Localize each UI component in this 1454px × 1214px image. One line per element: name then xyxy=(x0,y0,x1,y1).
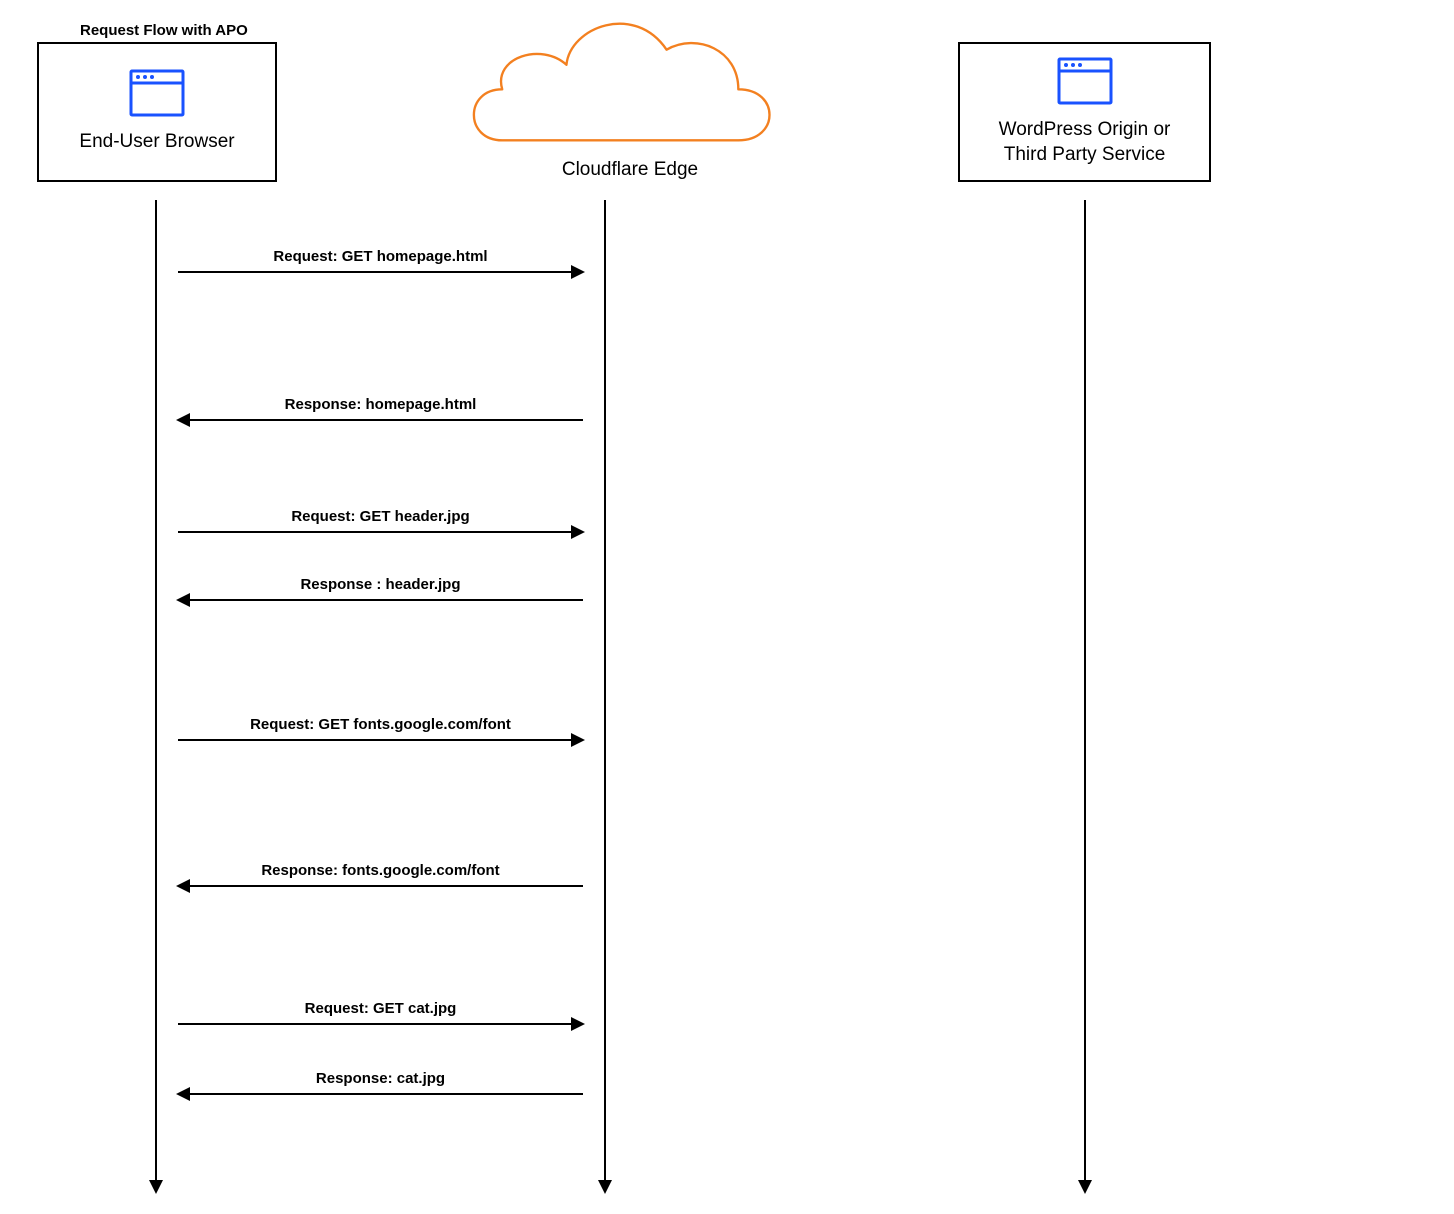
sequence-message: Request: GET cat.jpg xyxy=(178,1000,583,1025)
arrow-left-icon xyxy=(178,419,583,421)
lifeline-arrowhead xyxy=(598,1180,612,1194)
arrow-left-icon xyxy=(178,885,583,887)
actor-wordpress-origin: WordPress Origin or Third Party Service xyxy=(958,42,1211,182)
lifeline-end-user xyxy=(155,200,157,1188)
browser-icon xyxy=(129,69,185,122)
message-label: Response: homepage.html xyxy=(178,396,583,413)
message-label: Request: GET header.jpg xyxy=(178,508,583,525)
arrow-left-icon xyxy=(178,1093,583,1095)
lifeline-origin xyxy=(1084,200,1086,1188)
lifeline-arrowhead xyxy=(1078,1180,1092,1194)
actor-cloudflare-edge: Cloudflare Edge xyxy=(530,159,730,181)
actor-end-user-browser: End-User Browser xyxy=(37,42,277,182)
arrowhead-icon xyxy=(176,1087,190,1101)
lifeline-arrowhead xyxy=(149,1180,163,1194)
sequence-message: Response: cat.jpg xyxy=(178,1070,583,1095)
sequence-message: Response : header.jpg xyxy=(178,576,583,601)
arrowhead-icon xyxy=(176,593,190,607)
arrowhead-icon xyxy=(176,413,190,427)
arrow-right-icon xyxy=(178,271,583,273)
message-label: Request: GET cat.jpg xyxy=(178,1000,583,1017)
arrowhead-icon xyxy=(176,879,190,893)
message-label: Response: cat.jpg xyxy=(178,1070,583,1087)
sequence-message: Request: GET header.jpg xyxy=(178,508,583,533)
arrowhead-icon xyxy=(571,265,585,279)
arrowhead-icon xyxy=(571,1017,585,1031)
arrow-right-icon xyxy=(178,1023,583,1025)
arrow-left-icon xyxy=(178,599,583,601)
message-label: Response : header.jpg xyxy=(178,576,583,593)
message-label: Response: fonts.google.com/font xyxy=(178,862,583,879)
arrowhead-icon xyxy=(571,525,585,539)
message-label: Request: GET homepage.html xyxy=(178,248,583,265)
arrow-right-icon xyxy=(178,531,583,533)
message-label: Request: GET fonts.google.com/font xyxy=(178,716,583,733)
sequence-message: Response: homepage.html xyxy=(178,396,583,421)
sequence-message: Request: GET fonts.google.com/font xyxy=(178,716,583,741)
browser-icon xyxy=(1057,57,1113,110)
lifeline-cloudflare xyxy=(604,200,606,1188)
sequence-message: Request: GET homepage.html xyxy=(178,248,583,273)
sequence-message: Response: fonts.google.com/font xyxy=(178,862,583,887)
arrowhead-icon xyxy=(571,733,585,747)
arrow-right-icon xyxy=(178,739,583,741)
actor-label: End-User Browser xyxy=(79,130,234,155)
actor-label: WordPress Origin or Third Party Service xyxy=(980,118,1189,167)
diagram-title: Request Flow with APO xyxy=(80,22,248,39)
